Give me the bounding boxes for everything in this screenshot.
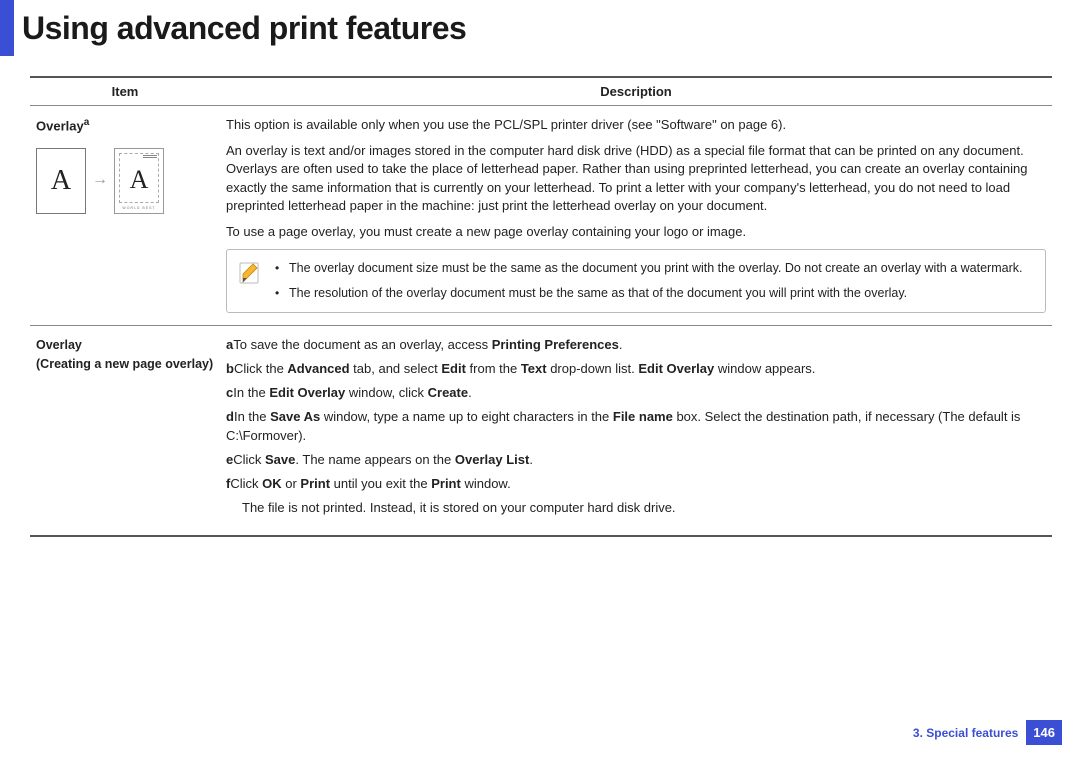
- overlay-p3: To use a page overlay, you must create a…: [226, 223, 1046, 241]
- footer-chapter: 3. Special features: [913, 726, 1018, 740]
- step-b: bClick the Advanced tab, and select Edit…: [226, 360, 1046, 378]
- overlay-p1: This option is available only when you u…: [226, 116, 1046, 134]
- feature-table: Item Description Overlaya A →: [30, 76, 1052, 537]
- page-title: Using advanced print features: [22, 10, 466, 47]
- overlay-result-page-icon: A: [114, 148, 164, 214]
- table-header-row: Item Description: [30, 77, 1052, 106]
- step-a: aTo save the document as an overlay, acc…: [226, 336, 1046, 354]
- note-box: The overlay document size must be the sa…: [226, 249, 1046, 313]
- step-f: fClick OK or Print until you exit the Pr…: [226, 475, 1046, 493]
- header-desc: Description: [220, 77, 1052, 106]
- note-pencil-icon: [237, 260, 263, 286]
- cell-desc-overlay: This option is available only when you u…: [220, 106, 1052, 326]
- footer-page-number: 146: [1026, 720, 1062, 745]
- row-overlay: Overlaya A → A This option is av: [30, 106, 1052, 326]
- page-footer: 3. Special features 146: [913, 720, 1062, 745]
- overlay-source-page-icon: A: [36, 148, 86, 214]
- overlay-p2: An overlay is text and/or images stored …: [226, 142, 1046, 215]
- row-overlay-creating: Overlay (Creating a new page overlay) aT…: [30, 325, 1052, 536]
- header-item: Item: [30, 77, 220, 106]
- overlay-label: Overlaya: [36, 116, 214, 136]
- arrow-icon: →: [92, 169, 108, 191]
- note-item-2: The resolution of the overlay document m…: [275, 285, 1033, 302]
- step-c: cIn the Edit Overlay window, click Creat…: [226, 384, 1046, 402]
- step-tail: The file is not printed. Instead, it is …: [226, 499, 1046, 517]
- content-area: Item Description Overlaya A →: [0, 56, 1080, 537]
- cell-desc-creating: aTo save the document as an overlay, acc…: [220, 325, 1052, 536]
- note-item-1: The overlay document size must be the sa…: [275, 260, 1033, 277]
- step-e: eClick Save. The name appears on the Ove…: [226, 451, 1046, 469]
- step-d: dIn the Save As window, type a name up t…: [226, 408, 1046, 444]
- title-bar: Using advanced print features: [0, 0, 1080, 56]
- creating-label: Overlay (Creating a new page overlay): [36, 336, 214, 374]
- cell-item-overlay: Overlaya A → A: [30, 106, 220, 326]
- title-accent: [0, 0, 14, 56]
- overlay-diagram: A → A: [36, 148, 214, 214]
- cell-item-creating: Overlay (Creating a new page overlay): [30, 325, 220, 536]
